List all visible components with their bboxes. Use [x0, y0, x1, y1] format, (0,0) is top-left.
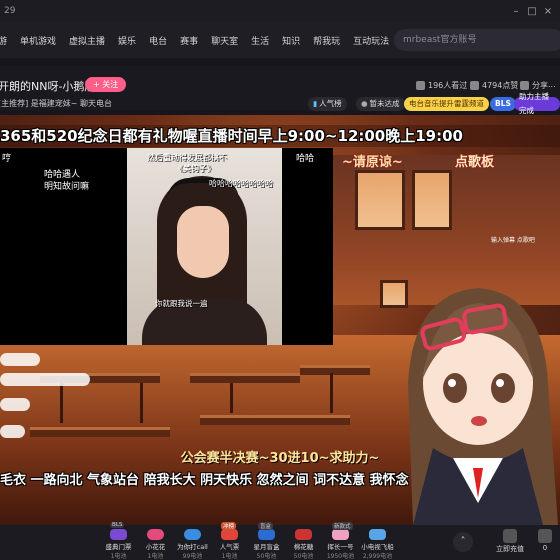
gift-item[interactable]: 新款式 挥长一号 1950电池 [322, 522, 359, 560]
popularity-rank[interactable]: ▮ 人气榜 [308, 97, 347, 111]
red-envelope-icon [295, 529, 312, 540]
gift-item[interactable]: 为你打call 99电池 [174, 525, 211, 560]
overlay-text: 明知故问嘛 [44, 182, 90, 192]
desk-leg [60, 383, 63, 423]
room-sub-tag[interactable]: [主推荐] 是福建宠妹~ [0, 98, 78, 109]
search-input[interactable]: mrbeast官方账号 [394, 29, 560, 51]
maximize-icon[interactable]: □ [524, 6, 540, 17]
person-face [177, 206, 229, 278]
gift-item[interactable]: BLS 盛典门票 1电池 [100, 522, 137, 560]
nav-item-radio[interactable]: 电台 [149, 34, 167, 47]
event-banner: 公会赛半决赛~30进10~求助力~ [180, 451, 380, 466]
recharge-button[interactable]: 立即充值 [494, 525, 526, 554]
chat-bubble [0, 373, 90, 386]
tv-ship-icon [369, 529, 386, 540]
event-badge[interactable]: 电台音乐提升雷霆频道 [404, 97, 489, 111]
share-icon [520, 81, 529, 90]
gift-badge: 冲榜 [221, 522, 237, 530]
desk-leg [330, 373, 333, 413]
likes-stat[interactable]: 4794点赞 [470, 80, 518, 91]
nav-item-game[interactable]: 游 [0, 34, 7, 47]
window-titlebar: 29 – □ × [0, 0, 560, 22]
gift-item[interactable]: 小花花 1电池 [137, 525, 174, 560]
status-icon: ● [361, 99, 368, 108]
nav-item-life[interactable]: 生活 [251, 34, 269, 47]
minimize-icon[interactable]: – [508, 6, 524, 17]
song-board-hint: 输入弹幕 点歌吧 [491, 237, 535, 244]
inset-caption: 《美钩子》 [175, 164, 215, 173]
gift-item[interactable]: 棉花糖 50电池 [285, 525, 322, 560]
blind-box-icon [258, 529, 275, 540]
desk [300, 365, 370, 375]
bls-badge[interactable]: BLS [490, 97, 516, 111]
nav-item-vtuber[interactable]: 虚拟主播 [69, 34, 105, 47]
song-board-title: 点歌板 [455, 155, 495, 170]
nav-item-single-game[interactable]: 单机游戏 [20, 34, 56, 47]
clock: 29 [4, 6, 16, 16]
gift-badge: 新款式 [332, 522, 353, 530]
viewers-stat: 196人看过 [416, 80, 467, 91]
nav-item-play-for-me[interactable]: 帮我玩 [313, 34, 340, 47]
classroom-window [355, 170, 405, 230]
overlay-text: 哈哈遇人 [44, 170, 81, 180]
battery-icon [503, 529, 517, 543]
chat-bubble [0, 398, 30, 411]
desk [200, 415, 350, 425]
nav-item-chatroom[interactable]: 聊天室 [211, 34, 238, 47]
close-icon[interactable]: × [540, 6, 556, 17]
gift-bar: BLS 盛典门票 1电池 小花花 1电池 为你打call 99电池 冲榜 人气票… [0, 522, 560, 560]
battery-balance: 0 [530, 525, 560, 552]
wallet-icon [538, 529, 552, 543]
rank-icon: ▮ [313, 99, 318, 108]
viewers-icon [416, 81, 425, 90]
inset-video: 然后重动得发展都搞不 《美钩子》 哈哈哈哈哈哈哈哈 你就跟我说一遍 [127, 148, 282, 345]
overlay-text: 哈哈 [296, 154, 315, 164]
gift-badge: BLS [110, 522, 125, 528]
overlay-text: 哼 [2, 154, 12, 164]
gift-item[interactable]: 冲榜 人气票 1电池 [211, 522, 248, 560]
gift-item[interactable]: 小电视飞船 2,999电池 [359, 525, 396, 560]
chat-bubble [0, 425, 25, 438]
rank-status[interactable]: ● 暂未达成 [356, 97, 405, 111]
rocket-icon [332, 529, 349, 540]
room-title: 开朗的NN呀-小鹅版 [0, 80, 96, 93]
gift-badge: 盲盒 [258, 522, 274, 530]
nav-item-knowledge[interactable]: 知识 [282, 34, 300, 47]
gift-item[interactable]: 盲盒 星月盲盒 50电池 [248, 522, 285, 560]
app-window: 29 – □ × 游 单机游戏 虚拟主播 娱乐 电台 赛事 聊天室 生活 知识 … [0, 0, 560, 560]
inset-caption: 然后重动得发展都搞不 [147, 153, 227, 162]
video-player[interactable]: 365和520纪念日都有礼物喔直播时间早上9:00~12:00晚上19:00 哼… [0, 115, 560, 525]
forgive-sign: ~请原谅~ [342, 155, 403, 170]
room-area-tag[interactable]: 聊天电台 [80, 98, 112, 109]
desk [30, 427, 170, 437]
inset-caption: 哈哈哈哈哈哈哈哈 [209, 179, 273, 188]
vote-ticket-icon [221, 529, 238, 540]
call-icon [184, 529, 201, 540]
chat-bubble [0, 353, 40, 366]
desk [190, 373, 300, 383]
nav-item-events[interactable]: 赛事 [180, 34, 198, 47]
flower-icon [147, 529, 164, 540]
chevron-up-icon[interactable]: ˄ [453, 532, 473, 552]
assist-badge[interactable]: 助力主播完成 [514, 92, 560, 115]
follow-button[interactable]: + 关注 [85, 77, 127, 92]
nav-item-interactive[interactable]: 互动玩法 [353, 34, 389, 47]
ticket-icon [110, 529, 127, 540]
desk-leg [140, 383, 143, 423]
song-list-marquee: 毛衣 一路向北 气象站台 陪我长大 阴天快乐 忽然之间 词不达意 我怀念 [0, 473, 409, 488]
more-button[interactable]: ... [548, 80, 556, 89]
desk-leg [230, 383, 233, 413]
like-icon [470, 81, 479, 90]
announcement-marquee: 365和520纪念日都有礼物喔直播时间早上9:00~12:00晚上19:00 [0, 125, 560, 147]
nav-item-entertainment[interactable]: 娱乐 [118, 34, 136, 47]
classroom-window [412, 170, 452, 230]
inset-subtitle: 你就跟我说一遍 [155, 299, 208, 308]
